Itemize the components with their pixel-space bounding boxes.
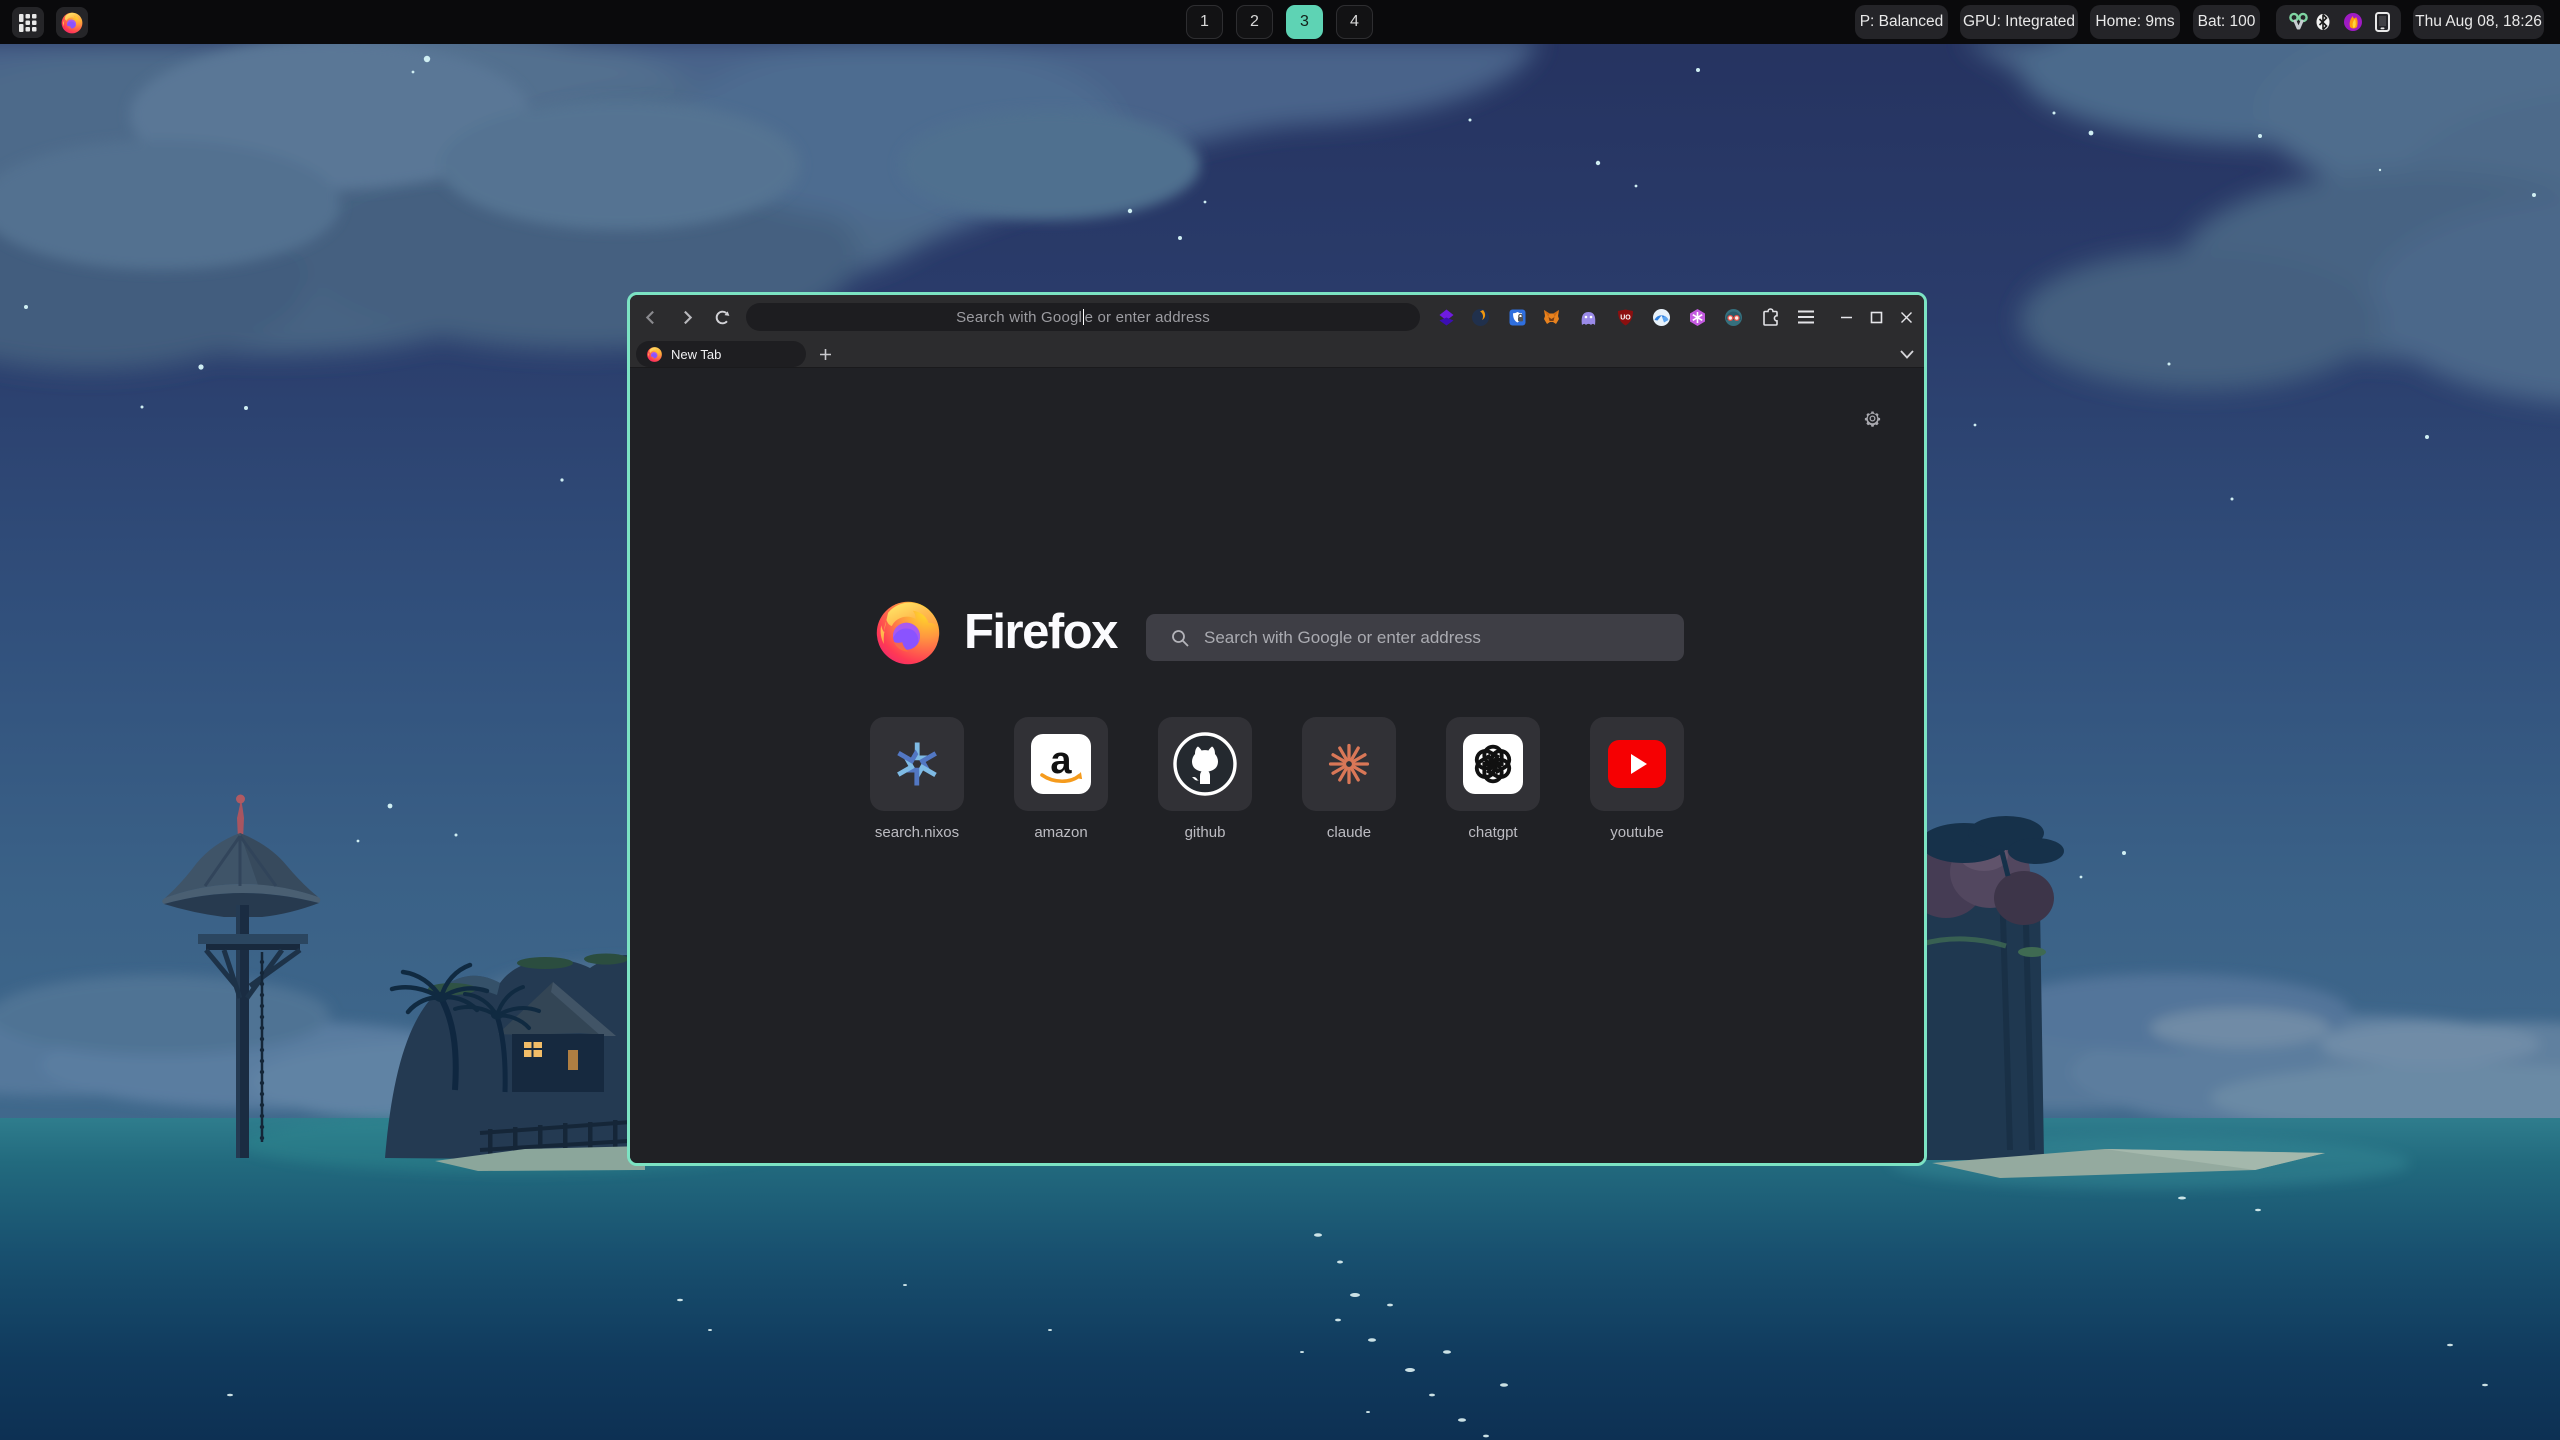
svg-text:a: a: [1050, 740, 1072, 782]
svg-text:UO: UO: [1620, 314, 1631, 321]
